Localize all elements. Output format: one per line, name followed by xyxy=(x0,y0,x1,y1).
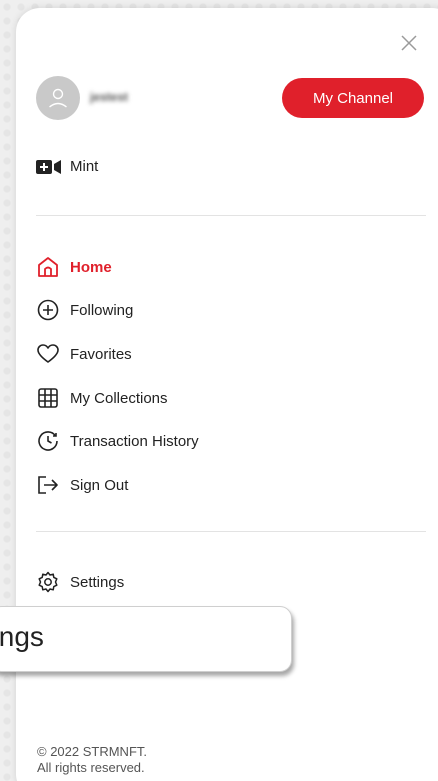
nav-item-label: Transaction History xyxy=(70,432,199,450)
nav-item-home[interactable]: Home xyxy=(36,255,112,279)
home-icon xyxy=(38,257,58,277)
nav-item-label: Settings xyxy=(70,573,125,591)
nav-item-my-collections[interactable]: My Collections xyxy=(36,386,168,410)
divider xyxy=(36,531,426,532)
rights-text: All rights reserved. xyxy=(37,760,145,775)
user-icon xyxy=(49,88,67,108)
mint-button[interactable]: Mint xyxy=(36,158,98,175)
username: jestest xyxy=(90,90,129,104)
nav-item-label: Following xyxy=(70,301,134,319)
footer: © 2022 STRMNFT. All rights reserved. xyxy=(37,744,147,776)
nav-item-favorites[interactable]: Favorites xyxy=(36,342,132,366)
nav-item-sign-out[interactable]: Sign Out xyxy=(36,473,128,497)
avatar[interactable] xyxy=(36,76,80,120)
sign-out-icon xyxy=(38,476,58,494)
grid-icon xyxy=(38,388,58,408)
gear-icon xyxy=(38,571,58,593)
mint-video-icon xyxy=(36,159,61,174)
my-channel-button[interactable]: My Channel xyxy=(282,78,424,118)
nav-item-label: Favorites xyxy=(70,345,132,363)
close-icon[interactable] xyxy=(398,32,420,54)
nav-item-settings[interactable]: Settings xyxy=(36,570,124,594)
nav-item-label: Sign Out xyxy=(70,476,129,494)
nav-item-transaction-history[interactable]: Transaction History xyxy=(36,429,199,453)
heart-icon xyxy=(37,344,59,363)
mint-label: Mint xyxy=(70,158,99,175)
settings-zoom-callout: ttings xyxy=(0,606,292,672)
callout-label: ttings xyxy=(0,621,44,652)
divider xyxy=(36,215,426,216)
plus-circle-icon xyxy=(37,299,59,321)
history-icon xyxy=(38,431,58,451)
nav-item-label: My Collections xyxy=(70,389,168,407)
nav-item-label: Home xyxy=(70,258,112,276)
nav-item-following[interactable]: Following xyxy=(36,298,133,322)
copyright-text: © 2022 STRMNFT. xyxy=(37,744,147,759)
